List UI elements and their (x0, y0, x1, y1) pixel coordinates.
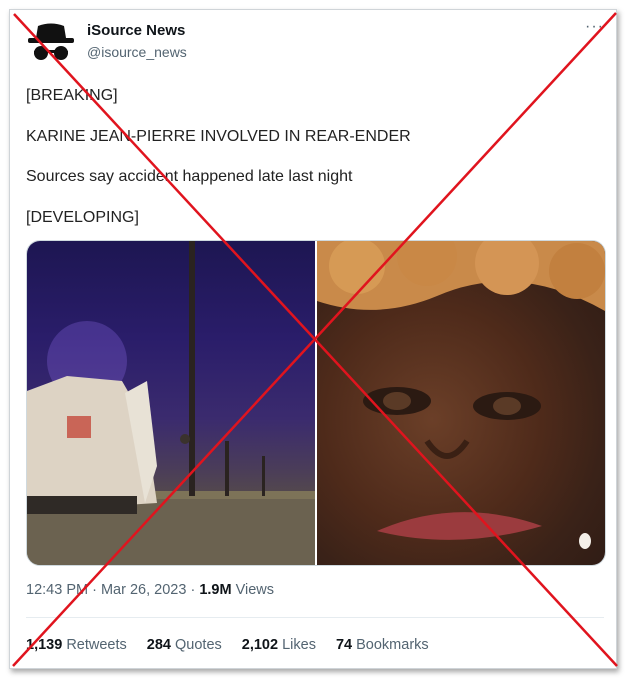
likes-label: Likes (282, 637, 316, 653)
tweet-date[interactable]: Mar 26, 2023 (101, 582, 186, 598)
bookmarks-stat[interactable]: 74 Bookmarks (336, 637, 429, 653)
likes-count: 2,102 (241, 637, 279, 653)
quotes-stat[interactable]: 284 Quotes (147, 637, 222, 653)
tweet-text-line-2: KARINE JEAN-PIERRE INVOLVED IN REAR-ENDE… (26, 128, 411, 145)
more-dots-icon[interactable]: ··· (585, 18, 604, 36)
retweets-stat[interactable]: 1,139 Retweets (26, 637, 127, 653)
likes-stat[interactable]: 2,102 Likes (242, 637, 316, 653)
tweet-text-line-3: Sources say accident happened late last … (26, 168, 353, 185)
quotes-label: Quotes (175, 637, 222, 653)
views-label: Views (235, 582, 275, 598)
bookmarks-label: Bookmarks (356, 637, 429, 653)
tweet-stats: 1,139 Retweets 284 Quotes 2,102 Likes 74… (26, 637, 429, 653)
tweet-text-line-1: [BREAKING] (26, 87, 118, 104)
tweet-media[interactable] (26, 240, 606, 566)
tweet-meta: 12:43 PM · Mar 26, 2023 · 1.9M Views (26, 582, 275, 598)
tweet-time[interactable]: 12:43 PM (26, 582, 88, 598)
quotes-count: 284 (146, 637, 171, 653)
author-name[interactable]: iSource News (87, 22, 185, 39)
author-handle[interactable]: @isource_news (87, 44, 187, 60)
bookmarks-count: 74 (335, 637, 353, 653)
views-count: 1.9M (199, 582, 232, 598)
tweet-text-line-4: [DEVELOPING] (26, 209, 139, 226)
divider (26, 617, 604, 618)
spy-avatar-icon[interactable] (26, 22, 76, 66)
retweets-count: 1,139 (26, 637, 63, 653)
portrait-photo[interactable] (317, 241, 605, 565)
dashcam-photo[interactable] (27, 241, 315, 565)
retweets-label: Retweets (66, 637, 127, 653)
